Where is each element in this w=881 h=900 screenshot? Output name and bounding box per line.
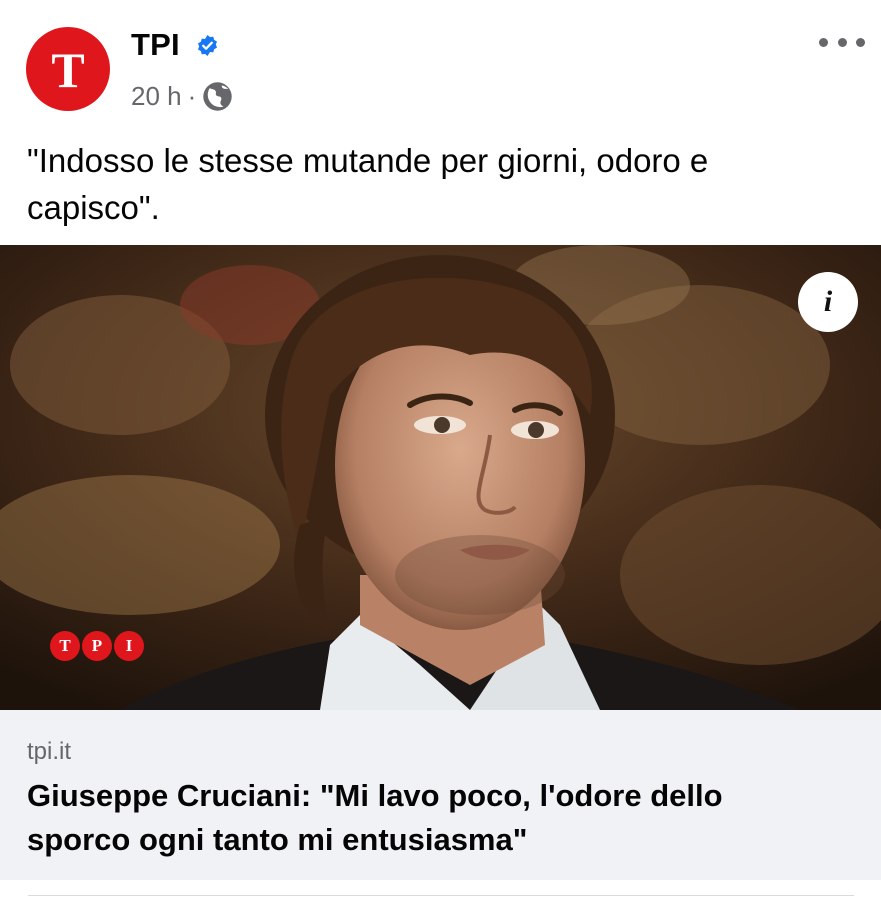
link-preview[interactable]: tpi.it Giuseppe Cruciani: "Mi lavo poco,… bbox=[0, 710, 881, 880]
globe-icon bbox=[203, 81, 232, 111]
info-icon: i bbox=[823, 285, 833, 318]
tpi-watermark-logo: T P I bbox=[50, 631, 144, 661]
watermark-letter: I bbox=[114, 631, 144, 661]
post-caption: "Indosso le stesse mutande per giorni, o… bbox=[27, 142, 709, 226]
watermark-letter: T bbox=[50, 631, 80, 661]
watermark-letter: P bbox=[82, 631, 112, 661]
avatar-letter: T bbox=[51, 42, 85, 98]
more-options-button[interactable] bbox=[819, 28, 865, 56]
page-name[interactable]: TPI bbox=[131, 27, 180, 63]
post-meta: 20 h · bbox=[131, 79, 233, 113]
verified-badge-icon bbox=[198, 34, 217, 57]
link-title[interactable]: Giuseppe Cruciani: "Mi lavo poco, l'odor… bbox=[27, 774, 827, 862]
divider bbox=[28, 895, 854, 896]
post-card: T TPI 20 h · "Indosso le stesse mutande … bbox=[0, 0, 881, 900]
post-timestamp[interactable]: 20 h bbox=[131, 81, 182, 112]
more-options-icon bbox=[819, 37, 828, 47]
link-domain: tpi.it bbox=[27, 738, 72, 765]
more-options-icon bbox=[856, 37, 865, 47]
info-button[interactable]: i bbox=[798, 272, 858, 332]
more-options-icon bbox=[837, 37, 847, 47]
page-avatar[interactable]: T bbox=[26, 27, 110, 111]
meta-separator: · bbox=[187, 80, 197, 111]
